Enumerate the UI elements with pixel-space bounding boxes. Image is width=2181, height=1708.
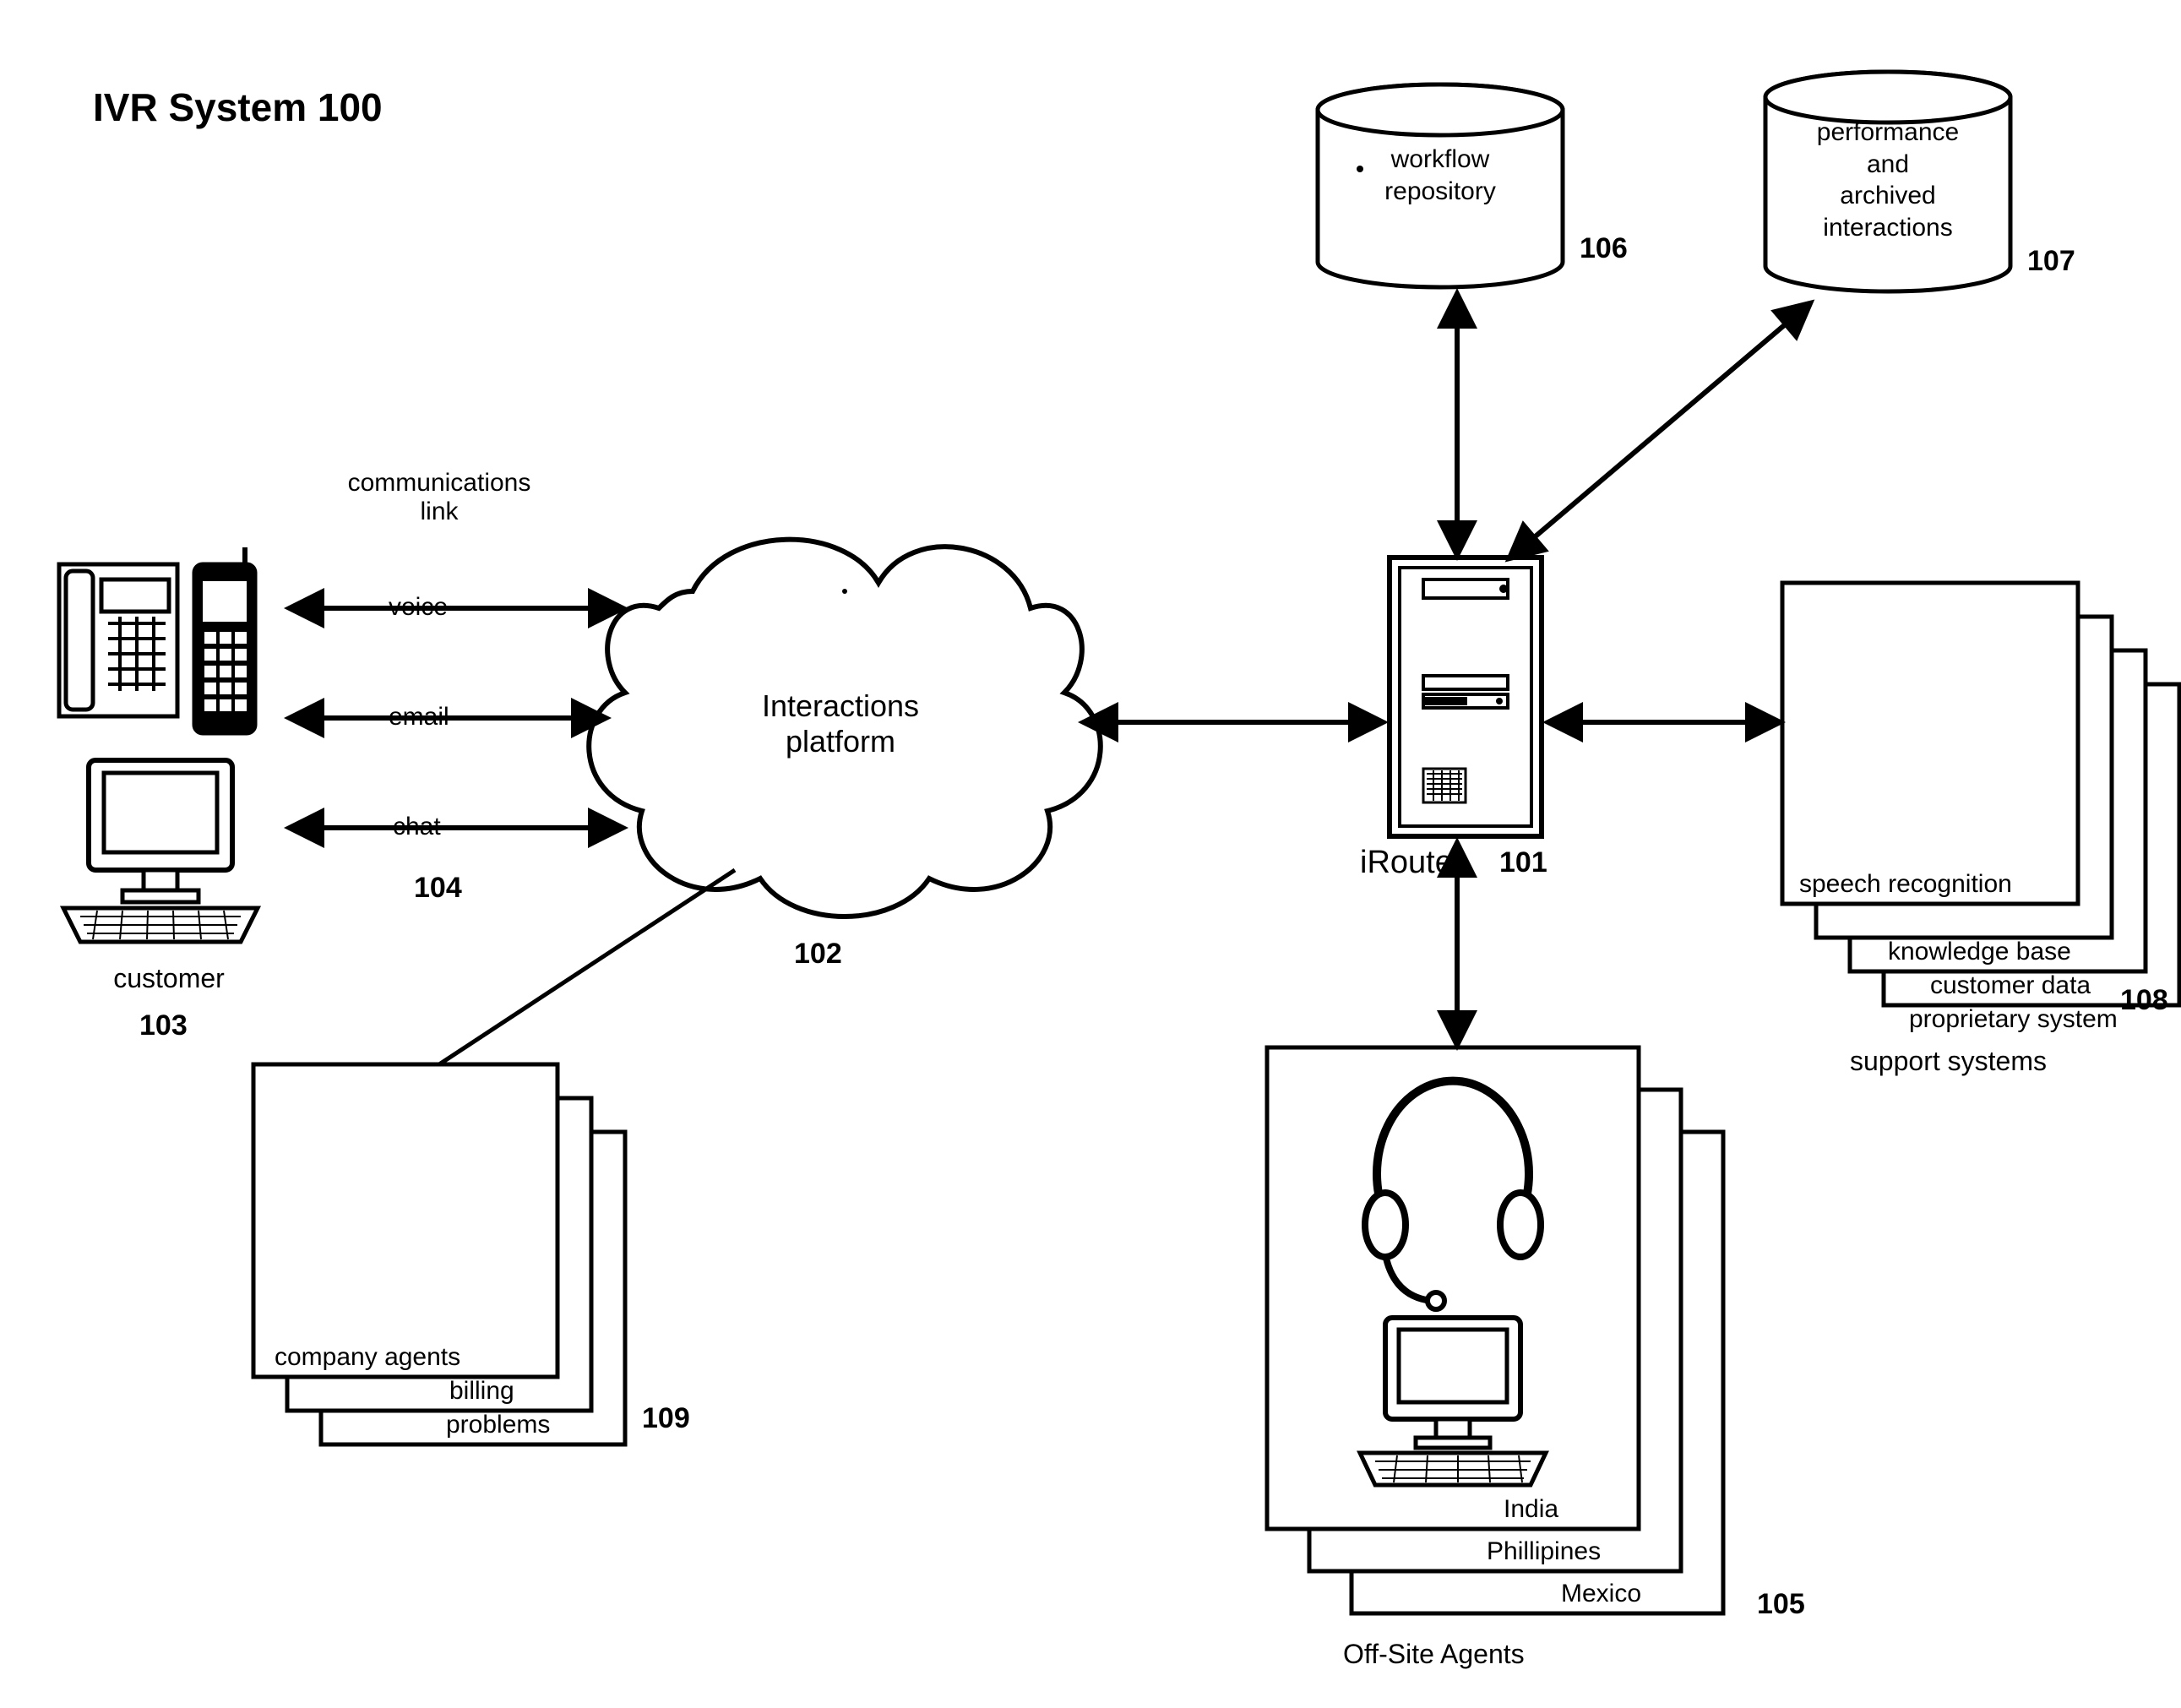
- company-num: 109: [642, 1402, 690, 1435]
- diagram-title: IVR System 100: [93, 84, 383, 130]
- support-item-3: proprietary system: [1909, 1005, 2118, 1034]
- offsite-agents-stack: [1267, 1047, 1723, 1613]
- support-item-1: knowledge base: [1888, 938, 2071, 966]
- workflow-num: 106: [1580, 232, 1628, 265]
- commlink-num: 104: [414, 872, 462, 905]
- support-label: support systems: [1850, 1046, 2047, 1077]
- diagram-svg: [0, 0, 2181, 1704]
- irouter-label: iRouter: [1360, 845, 1464, 881]
- company-agents-stack: [253, 1064, 625, 1444]
- company-item-0: company agents: [275, 1343, 460, 1372]
- offsite-item-0: India: [1504, 1495, 1558, 1524]
- platform-label: Interactions platform: [722, 688, 959, 759]
- support-item-0: speech recognition: [1799, 870, 2012, 899]
- support-num: 108: [2120, 984, 2168, 1017]
- irouter-num: 101: [1499, 846, 1547, 879]
- cell-phone-icon: [194, 547, 255, 733]
- offsite-item-1: Phillipines: [1487, 1537, 1601, 1566]
- workflow-label: workflow repository: [1318, 144, 1563, 207]
- dot-artifact-2: [842, 589, 847, 594]
- company-item-2: problems: [446, 1411, 550, 1439]
- arrow-irouter-archive: [1520, 313, 1799, 549]
- platform-num: 102: [794, 938, 842, 971]
- commlink-voice: voice: [389, 593, 448, 622]
- commlink-label: communications link: [313, 469, 566, 526]
- ivr-system-diagram: IVR System 100: [0, 0, 2181, 1704]
- line-cloud-company: [439, 870, 735, 1064]
- commlink-chat: chat: [393, 813, 441, 841]
- archive-num: 107: [2027, 245, 2075, 278]
- commlink-email: email: [389, 703, 449, 732]
- offsite-num: 105: [1757, 1588, 1805, 1621]
- offsite-computer-icon: [1360, 1318, 1546, 1485]
- company-item-1: billing: [449, 1377, 514, 1406]
- server-tower-icon: [1390, 558, 1542, 836]
- archive-label: performance and archived interactions: [1765, 117, 2010, 243]
- desk-phone-icon: [59, 564, 177, 716]
- customer-computer-icon: [63, 760, 258, 942]
- offsite-label: Off-Site Agents: [1343, 1639, 1525, 1670]
- offsite-item-2: Mexico: [1561, 1580, 1641, 1608]
- customer-label: customer: [84, 963, 253, 994]
- customer-num: 103: [139, 1009, 188, 1042]
- support-item-2: customer data: [1930, 971, 2091, 1000]
